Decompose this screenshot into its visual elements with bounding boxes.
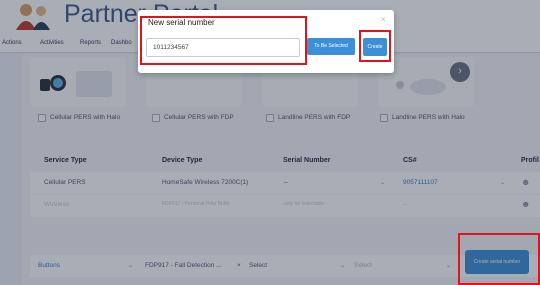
create-button[interactable]: Create	[363, 38, 387, 56]
close-icon[interactable]: ×	[381, 15, 386, 24]
serial-number-input[interactable]: 1011234567	[146, 38, 300, 57]
modal-title: New serial number	[148, 18, 215, 27]
to-be-selected-button[interactable]: To Be Selected	[307, 38, 355, 55]
